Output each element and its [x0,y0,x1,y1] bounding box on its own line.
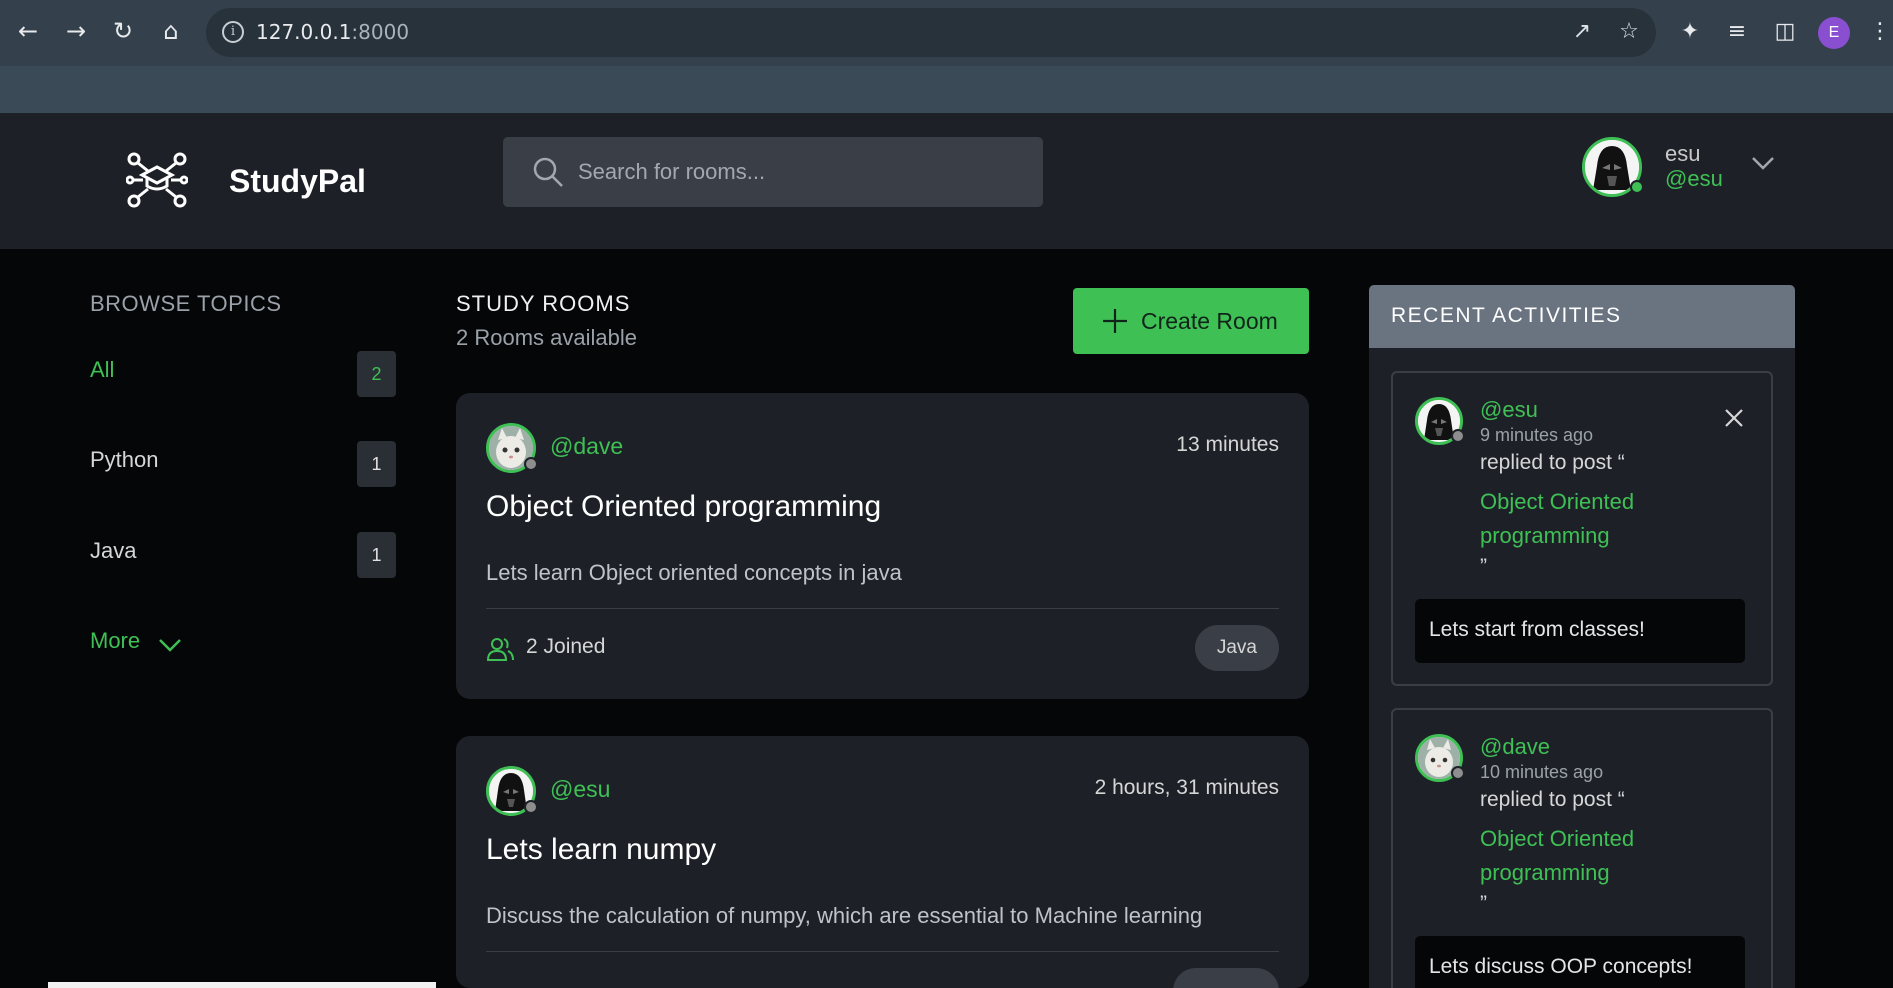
activity-post-link[interactable]: Object Oriented programming [1480,485,1680,553]
address-bar[interactable]: i 127.0.0.1:8000 ↗ ☆ [206,8,1656,57]
divider [486,608,1279,609]
profile-avatar[interactable]: E [1818,17,1850,49]
online-status-dot [1630,180,1644,194]
room-host[interactable]: @dave [550,433,623,460]
home-icon[interactable]: ⌂ [156,16,186,46]
joined-count: 2 Joined [526,635,606,658]
activity-message: Lets start from classes! [1429,618,1645,641]
activities-header: RECENT ACTIVITIES [1369,285,1795,348]
study-rooms-title: STUDY ROOMS [456,291,631,316]
topic-tag[interactable]: Java [1194,625,1279,671]
more-topics-link[interactable]: More [90,628,140,654]
status-dot [524,457,538,471]
recent-activities-panel: RECENT ACTIVITIES @esu 9 minutes ago rep… [1369,285,1795,988]
topic-tag[interactable] [1173,968,1279,988]
activity-message-box: Lets discuss OOP concepts! [1415,936,1745,988]
chevron-down-icon[interactable] [158,637,182,653]
users-icon [486,638,514,661]
activity-quote-end: ” [1480,555,1487,578]
topic-count-badge: 2 [357,351,396,397]
user-handle[interactable]: @esu [1665,166,1723,192]
room-card[interactable]: @dave 13 minutes Object Oriented program… [456,393,1309,699]
back-icon[interactable]: ← [13,16,43,46]
reading-list-icon[interactable]: ≡ [1722,17,1752,47]
room-description: Lets learn Object oriented concepts in j… [486,560,902,585]
rooms-available-count: 2 Rooms available [456,325,637,350]
search-bar[interactable] [503,137,1043,207]
status-dot [1451,766,1465,780]
activity-user[interactable]: @esu [1480,397,1538,423]
activity-quote-end: ” [1480,892,1487,915]
activity-item: @dave 10 minutes ago replied to post “ O… [1391,708,1773,988]
room-card[interactable]: @esu 2 hours, 31 minutes Lets learn nump… [456,736,1309,988]
room-title[interactable]: Lets learn numpy [486,833,716,867]
room-time: 13 minutes [1176,433,1279,456]
topic-item-python[interactable]: Python 1 [90,441,396,487]
room-time: 2 hours, 31 minutes [1094,776,1279,799]
studypal-logo-icon[interactable] [126,149,188,211]
create-room-button[interactable]: Create Room [1073,288,1309,354]
topic-label: Python [90,447,159,472]
topic-count-badge: 1 [357,441,396,487]
brand-name[interactable]: StudyPal [229,163,366,200]
browser-menu-icon[interactable]: ⋮ [1865,17,1893,47]
create-room-label: Create Room [1141,308,1278,334]
plus-icon [1103,309,1127,333]
site-info-icon[interactable]: i [222,21,244,43]
status-dot [524,800,538,814]
browse-topics-title: BROWSE TOPICS [90,291,282,316]
activity-user[interactable]: @dave [1480,734,1550,760]
topic-item-java[interactable]: Java 1 [90,532,396,578]
activity-message: Lets discuss OOP concepts! [1429,955,1693,978]
user-name[interactable]: esu [1665,141,1700,167]
room-title[interactable]: Object Oriented programming [486,490,881,524]
share-icon[interactable]: ↗ [1568,18,1596,46]
chevron-down-icon[interactable] [1751,155,1775,171]
reload-icon[interactable]: ↻ [108,16,138,46]
activities-title: RECENT ACTIVITIES [1391,304,1622,327]
search-input[interactable] [578,137,1018,207]
horizontal-scrollbar[interactable] [48,982,436,988]
browser-toolbar: ← → ↻ ⌂ i 127.0.0.1:8000 ↗ ☆ ✦ ≡ ◫ E ⋮ [0,0,1893,66]
room-description: Discuss the calculation of numpy, which … [486,903,1203,928]
side-panel-icon[interactable]: ◫ [1770,17,1800,47]
app-header: StudyPal esu @esu [0,113,1893,249]
topic-label: Java [90,538,137,563]
activity-post-link[interactable]: Object Oriented programming [1480,822,1680,890]
bookmark-star-icon[interactable]: ☆ [1615,18,1643,46]
status-dot [1451,429,1465,443]
topic-count-badge: 1 [357,532,396,578]
activity-action: replied to post “ [1480,788,1625,811]
activity-message-box: Lets start from classes! [1415,599,1745,663]
browser-chrome: ← → ↻ ⌂ i 127.0.0.1:8000 ↗ ☆ ✦ ≡ ◫ E ⋮ [0,0,1893,113]
room-host[interactable]: @esu [550,776,610,803]
topic-item-all[interactable]: All 2 [90,351,396,397]
search-icon [533,157,563,187]
activity-item: @esu 9 minutes ago replied to post “ Obj… [1391,371,1773,686]
url-text[interactable]: 127.0.0.1:8000 [256,20,409,44]
forward-icon[interactable]: → [61,16,91,46]
divider [486,951,1279,952]
close-icon[interactable] [1723,407,1745,429]
extensions-icon[interactable]: ✦ [1675,17,1705,47]
activity-time: 9 minutes ago [1480,425,1594,445]
activity-time: 10 minutes ago [1480,762,1604,782]
activity-action: replied to post “ [1480,451,1625,474]
topic-label: All [90,357,115,382]
